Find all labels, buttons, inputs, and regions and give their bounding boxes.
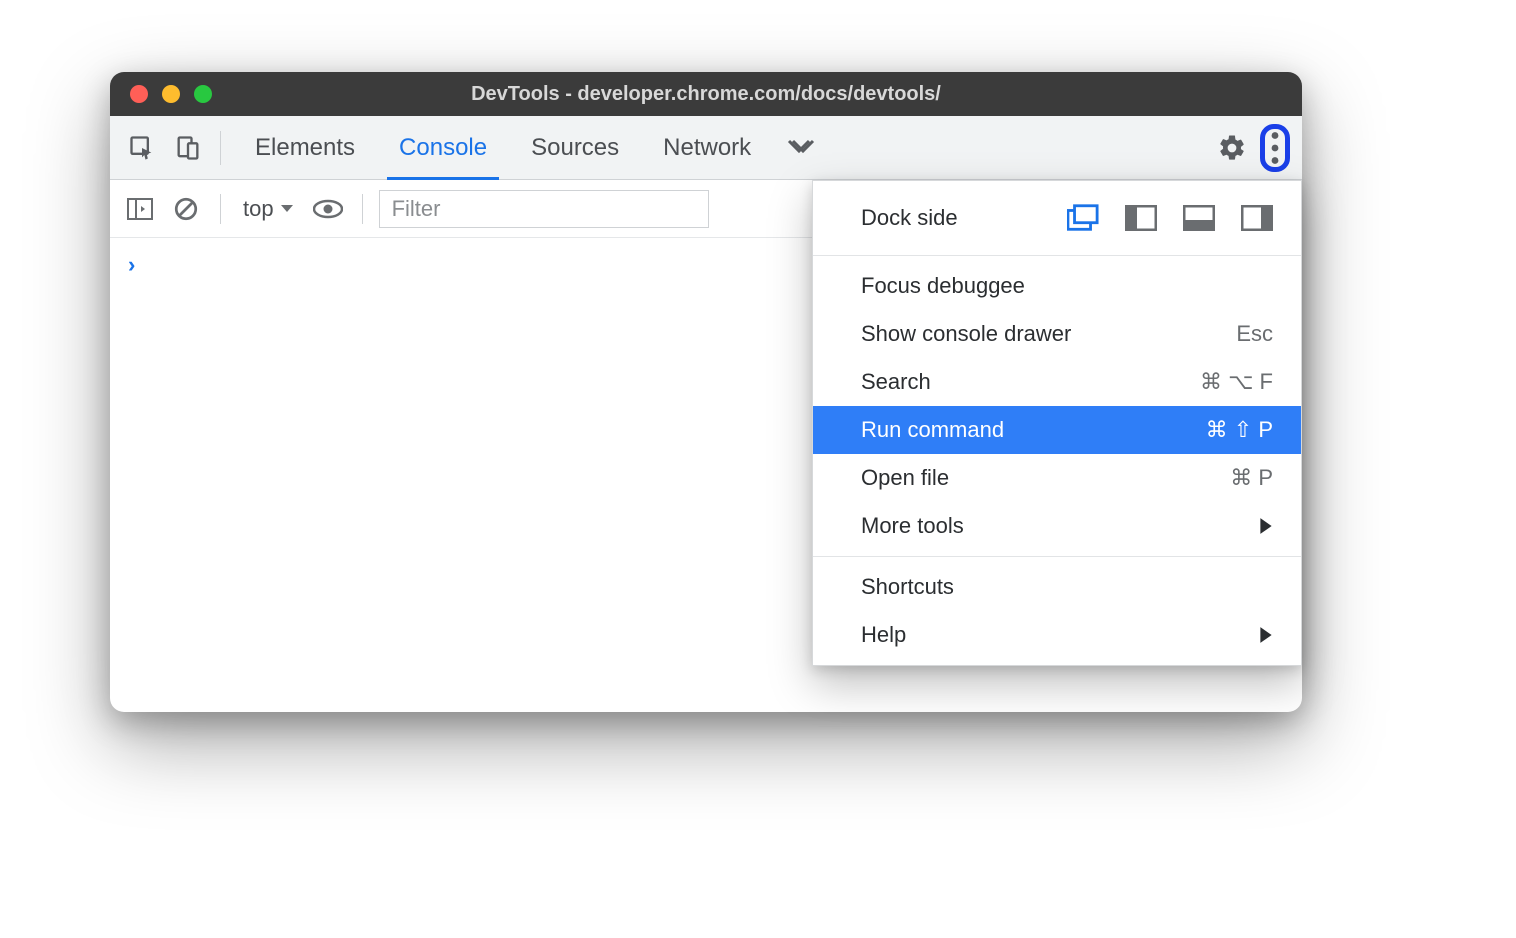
menu-shortcut: ⌘ P xyxy=(1230,465,1273,491)
context-label: top xyxy=(243,196,274,222)
dropdown-triangle-icon xyxy=(280,204,294,214)
menu-item-focus-debuggee[interactable]: Focus debuggee xyxy=(813,262,1301,310)
menu-label: Run command xyxy=(861,417,1004,443)
menu-shortcut: ⌘ ⌥ F xyxy=(1200,369,1273,395)
menu-label: Show console drawer xyxy=(861,321,1071,347)
filter-input[interactable] xyxy=(379,190,709,228)
menu-item-open-file[interactable]: Open file ⌘ P xyxy=(813,454,1301,502)
menu-item-more-tools[interactable]: More tools xyxy=(813,502,1301,550)
submenu-arrow-icon xyxy=(1259,517,1273,535)
menu-label: Help xyxy=(861,622,906,648)
tab-elements[interactable]: Elements xyxy=(233,116,377,179)
live-expression-icon[interactable] xyxy=(310,191,346,227)
main-menu-dropdown: Dock side xyxy=(812,180,1302,666)
device-toolbar-icon[interactable] xyxy=(168,128,208,168)
clear-console-icon[interactable] xyxy=(168,191,204,227)
context-selector[interactable]: top xyxy=(237,196,300,222)
menu-item-search[interactable]: Search ⌘ ⌥ F xyxy=(813,358,1301,406)
traffic-lights xyxy=(110,85,212,103)
menu-label: Search xyxy=(861,369,931,395)
close-window-button[interactable] xyxy=(130,85,148,103)
panel-tabs: Elements Console Sources Network xyxy=(233,116,829,179)
submenu-arrow-icon xyxy=(1259,626,1273,644)
console-prompt-caret-icon: › xyxy=(128,252,135,277)
settings-icon[interactable] xyxy=(1212,128,1252,168)
divider xyxy=(362,194,363,224)
menu-label: Open file xyxy=(861,465,949,491)
console-sidebar-toggle-icon[interactable] xyxy=(122,191,158,227)
titlebar: DevTools - developer.chrome.com/docs/dev… xyxy=(110,72,1302,116)
divider xyxy=(220,194,221,224)
menu-label: Focus debuggee xyxy=(861,273,1025,299)
tabs-overflow-icon[interactable] xyxy=(773,116,829,179)
menu-shortcut: ⌘ ⇧ P xyxy=(1206,417,1273,443)
dock-side-row: Dock side xyxy=(813,187,1301,249)
more-options-button[interactable] xyxy=(1260,124,1290,172)
dock-right-icon[interactable] xyxy=(1241,205,1273,231)
minimize-window-button[interactable] xyxy=(162,85,180,103)
menu-item-shortcuts[interactable]: Shortcuts xyxy=(813,563,1301,611)
menu-shortcut: Esc xyxy=(1236,321,1273,347)
tab-console[interactable]: Console xyxy=(377,116,509,179)
menu-item-run-command[interactable]: Run command ⌘ ⇧ P xyxy=(813,406,1301,454)
window-title: DevTools - developer.chrome.com/docs/dev… xyxy=(110,83,1302,106)
tab-sources[interactable]: Sources xyxy=(509,116,641,179)
inspect-element-icon[interactable] xyxy=(122,128,162,168)
main-toolbar: Elements Console Sources Network xyxy=(110,116,1302,180)
dock-left-icon[interactable] xyxy=(1125,205,1157,231)
menu-label: Shortcuts xyxy=(861,574,954,600)
dock-bottom-icon[interactable] xyxy=(1183,205,1215,231)
menu-item-show-console-drawer[interactable]: Show console drawer Esc xyxy=(813,310,1301,358)
maximize-window-button[interactable] xyxy=(194,85,212,103)
tab-network[interactable]: Network xyxy=(641,116,773,179)
menu-label: More tools xyxy=(861,513,964,539)
menu-item-help[interactable]: Help xyxy=(813,611,1301,659)
divider xyxy=(220,131,221,165)
dock-side-label: Dock side xyxy=(861,205,958,231)
dock-undock-icon[interactable] xyxy=(1067,205,1099,231)
kebab-menu-icon xyxy=(1269,131,1281,165)
devtools-window: DevTools - developer.chrome.com/docs/dev… xyxy=(110,72,1302,712)
